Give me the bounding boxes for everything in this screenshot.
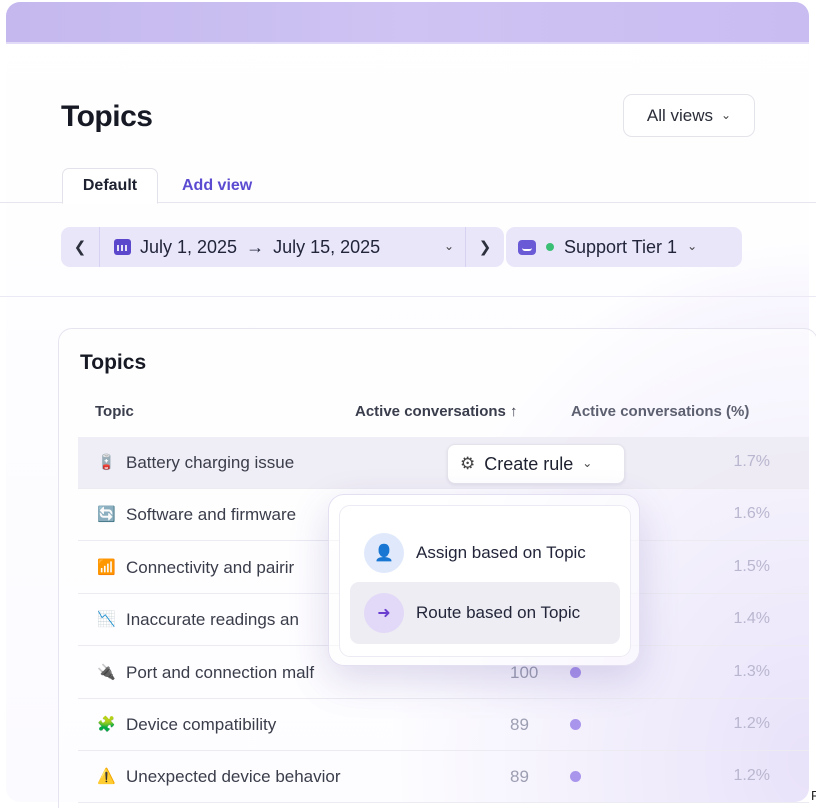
next-period-button[interactable]: ❯ bbox=[466, 227, 504, 267]
card-title: Topics bbox=[80, 351, 147, 374]
chart-down-icon: 📉 bbox=[97, 611, 116, 629]
topic-name: Battery charging issue bbox=[126, 453, 295, 472]
active-percent: 1.2% bbox=[733, 767, 770, 785]
chevron-left-icon: ❮ bbox=[73, 239, 87, 256]
date-start: July 1, 2025 bbox=[140, 236, 238, 257]
active-count: 89 bbox=[510, 715, 529, 734]
team-filter-dropdown[interactable]: Support Tier 1 ⌄ bbox=[506, 227, 742, 267]
active-percent: 1.6% bbox=[733, 505, 770, 523]
section-divider bbox=[0, 296, 816, 297]
active-bubble bbox=[570, 771, 581, 783]
arrow-right-icon: ➜ bbox=[364, 593, 404, 633]
all-views-dropdown[interactable]: All views ⌄ bbox=[623, 94, 755, 137]
plug-icon: 🔌 bbox=[97, 663, 116, 681]
active-bubble bbox=[570, 719, 581, 730]
chevron-down-icon: ⌄ bbox=[582, 456, 593, 470]
topic-name: Connectivity and pairir bbox=[126, 557, 295, 577]
chevron-down-icon: ⌄ bbox=[687, 239, 698, 253]
active-percent: 1.7% bbox=[733, 453, 770, 470]
active-percent: 1.5% bbox=[733, 557, 770, 575]
topic-name: Inaccurate readings an bbox=[126, 610, 299, 630]
active-bubble bbox=[570, 666, 581, 678]
topic-name: Unexpected device behavior bbox=[126, 767, 341, 787]
previous-period-button[interactable]: ❮ bbox=[61, 227, 99, 267]
date-range-button[interactable]: July 1, 2025 → July 15, 2025 bbox=[100, 237, 433, 258]
menu-item-assign[interactable]: 👤 Assign based on Topic bbox=[350, 522, 620, 584]
table-row[interactable]: 🪫 Battery charging issue 1.7% bbox=[78, 437, 809, 489]
chevron-down-icon: ⌄ bbox=[721, 107, 732, 122]
refresh-icon: 🔄 bbox=[97, 506, 116, 524]
status-dot bbox=[546, 243, 554, 251]
date-dropdown-button[interactable]: ⌄ bbox=[433, 239, 465, 254]
assign-user-icon: 👤 bbox=[364, 533, 404, 573]
create-rule-label: Create rule bbox=[484, 453, 574, 474]
date-range-picker: ❮ July 1, 2025 → July 15, 2025 ⌄ ❯ bbox=[61, 227, 504, 267]
active-count: 89 bbox=[510, 767, 529, 787]
create-rule-button[interactable]: ⚙ Create rule ⌄ bbox=[447, 444, 625, 484]
topic-name: Port and connection malf bbox=[126, 662, 315, 682]
topic-name: Device compatibility bbox=[126, 715, 277, 734]
gear-icon: ⚙ bbox=[460, 454, 476, 473]
create-rule-menu: 👤 Assign based on Topic ➜ Route based on… bbox=[328, 494, 640, 666]
menu-panel: 👤 Assign based on Topic ➜ Route based on… bbox=[339, 505, 631, 657]
team-label: Support Tier 1 bbox=[564, 236, 678, 257]
chevron-right-icon: ❯ bbox=[478, 239, 492, 256]
top-bar bbox=[6, 2, 809, 44]
date-end: July 15, 2025 bbox=[273, 236, 381, 257]
warning-icon: ⚠️ bbox=[97, 768, 116, 786]
all-views-label: All views bbox=[646, 105, 714, 125]
arrow-right-icon: → bbox=[246, 236, 265, 257]
active-percent: 1.3% bbox=[733, 662, 770, 680]
signal-icon: 📶 bbox=[97, 558, 116, 576]
column-header-active-conversations[interactable]: Active conversations ↑ bbox=[355, 403, 518, 420]
chevron-down-icon: ⌄ bbox=[443, 239, 455, 253]
page-title: Topics bbox=[61, 100, 153, 133]
inbox-icon bbox=[518, 239, 536, 255]
menu-item-label: Route based on Topic bbox=[416, 603, 581, 622]
column-header-topic[interactable]: Topic bbox=[95, 403, 134, 420]
calendar-icon bbox=[114, 239, 131, 255]
active-percent: 1.4% bbox=[733, 610, 770, 628]
menu-item-label: Assign based on Topic bbox=[416, 543, 586, 562]
edge-text: F bbox=[811, 788, 816, 803]
table-row[interactable]: ⚠️ Unexpected device behavior 89 1.2% bbox=[78, 751, 809, 804]
menu-item-route[interactable]: ➜ Route based on Topic bbox=[350, 582, 620, 644]
battery-icon: 🪫 bbox=[97, 454, 116, 471]
active-percent: 1.2% bbox=[733, 715, 770, 732]
column-header-active-conversations-pct[interactable]: Active conversations (%) bbox=[571, 403, 749, 420]
topic-name: Software and firmware bbox=[126, 505, 297, 525]
puzzle-icon: 🧩 bbox=[97, 716, 116, 733]
table-row[interactable]: 🧩 Device compatibility 89 1.2% bbox=[78, 699, 809, 751]
tab-add-view[interactable]: Add view bbox=[182, 177, 252, 195]
tab-default[interactable]: Default bbox=[62, 168, 158, 204]
